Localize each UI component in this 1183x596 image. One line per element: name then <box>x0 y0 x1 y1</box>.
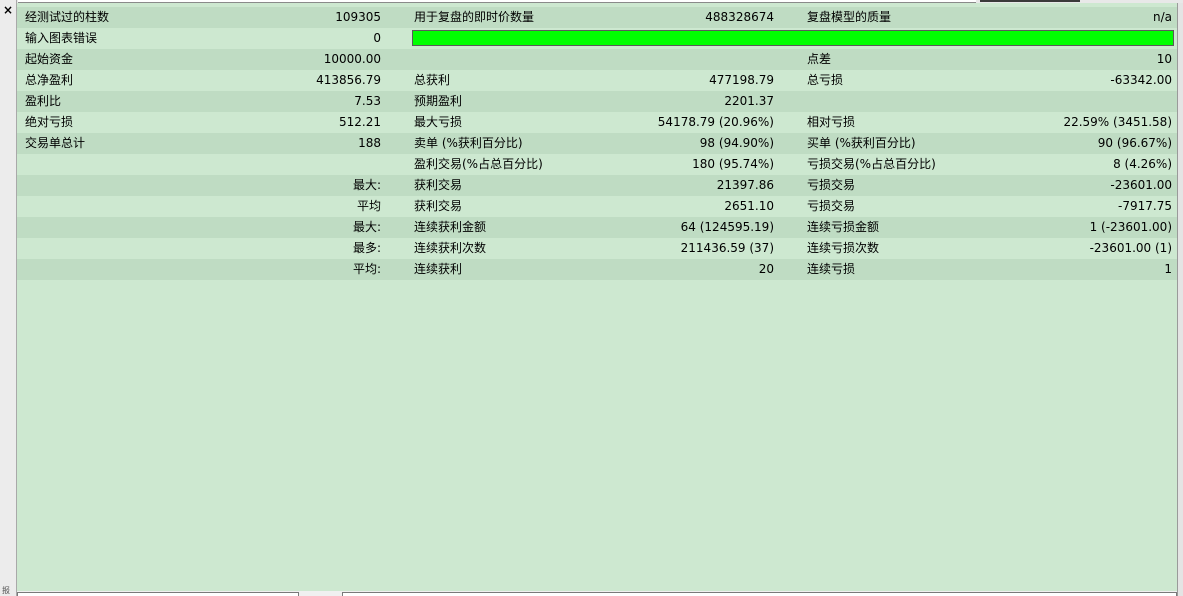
modelling-quality-bar <box>412 30 1174 46</box>
value-gross-loss: -63342.00 <box>1110 73 1172 87</box>
bottom-tab-left[interactable] <box>17 592 299 596</box>
table-row: 绝对亏损 512.21 最大亏损 54178.79 (20.96%) 相对亏损 … <box>17 112 1177 133</box>
label-total-trades: 交易单总计 <box>25 136 86 150</box>
tab-strip-edge-dark <box>980 0 1080 2</box>
value-ticks-modelled: 488328674 <box>705 10 774 24</box>
table-row: 盈利比 7.53 预期盈利 2201.37 <box>17 91 1177 112</box>
panel-right-edge <box>1177 3 1183 596</box>
table-row: 经测试过的柱数 109305 用于复盘的即时价数量 488328674 复盘模型… <box>17 7 1177 28</box>
label-maximal: 最多: <box>352 241 381 255</box>
value-long-positions: 90 (96.67%) <box>1097 136 1172 150</box>
value-absolute-drawdown: 512.21 <box>339 115 381 129</box>
table-row: 输入图表错误 0 <box>17 28 1177 49</box>
value-average-profit-trade: 2651.10 <box>724 199 774 213</box>
value-expected-payoff: 2201.37 <box>724 94 774 108</box>
value-consecutive-profit-count: 211436.59 (37) <box>680 241 774 255</box>
value-bars-tested: 109305 <box>335 10 381 24</box>
value-largest-loss-trade: -23601.00 <box>1110 178 1172 192</box>
table-row: 平均: 连续获利 20 连续亏损 1 <box>17 259 1177 280</box>
value-consecutive-losses-amount: 1 (-23601.00) <box>1089 220 1172 234</box>
value-profit-factor: 7.53 <box>354 94 381 108</box>
label-largest: 最大: <box>352 178 381 192</box>
value-average-loss-trade: -7917.75 <box>1118 199 1172 213</box>
panel-side-bar: × 报 <box>0 0 17 596</box>
side-bar-label: 报 <box>2 586 10 595</box>
value-mismatched-errors: 0 <box>373 31 381 45</box>
value-consecutive-wins-amount: 64 (124595.19) <box>680 220 774 234</box>
value-profit-trades: 180 (95.74%) <box>692 157 774 171</box>
table-row: 平均 获利交易 2651.10 亏损交易 -7917.75 <box>17 196 1177 217</box>
label-absolute-drawdown: 绝对亏损 <box>25 115 74 129</box>
value-spread: 10 <box>1156 52 1172 66</box>
table-row: 交易单总计 188 卖单 (%获利百分比) 98 (94.90%) 买单 (%获… <box>17 133 1177 154</box>
value-total-trades: 188 <box>358 136 381 150</box>
value-average-consecutive-wins: 20 <box>758 262 774 276</box>
close-icon[interactable]: × <box>2 4 14 16</box>
table-row: 起始资金 10000.00 点差 10 <box>17 49 1177 70</box>
value-average-consecutive-losses: 1 <box>1164 262 1172 276</box>
label-profit-factor: 盈利比 <box>25 94 62 108</box>
table-row: 总净盈利 413856.79 总获利 477198.79 总亏损 -63342.… <box>17 70 1177 91</box>
label-maximum: 最大: <box>352 220 381 234</box>
label-mismatched-errors: 输入图表错误 <box>25 31 98 45</box>
label-average-consecutive: 平均: <box>352 262 381 276</box>
table-row: 最大: 连续获利金额 64 (124595.19) 连续亏损金额 1 (-236… <box>17 217 1177 238</box>
value-consecutive-loss-count: -23601.00 (1) <box>1089 241 1172 255</box>
table-row: 最多: 连续获利次数 211436.59 (37) 连续亏损次数 -23601.… <box>17 238 1177 259</box>
label-total-net-profit: 总净盈利 <box>25 73 74 87</box>
value-loss-trades: 8 (4.26%) <box>1113 157 1172 171</box>
report-table: 经测试过的柱数 109305 用于复盘的即时价数量 488328674 复盘模型… <box>17 3 1177 591</box>
value-modelling-quality: n/a <box>1152 10 1172 24</box>
value-gross-profit: 477198.79 <box>709 73 774 87</box>
value-initial-deposit: 10000.00 <box>323 52 381 66</box>
label-bars-tested: 经测试过的柱数 <box>25 10 110 24</box>
label-initial-deposit: 起始资金 <box>25 52 74 66</box>
bottom-tab-bar <box>17 591 1177 596</box>
value-short-positions: 98 (94.90%) <box>699 136 774 150</box>
value-relative-drawdown: 22.59% (3451.58) <box>1063 115 1172 129</box>
label-average: 平均 <box>356 199 381 213</box>
value-maximal-drawdown: 54178.79 (20.96%) <box>657 115 774 129</box>
bottom-tab-right[interactable] <box>342 592 1177 596</box>
value-largest-profit-trade: 21397.86 <box>716 178 774 192</box>
table-row: 盈利交易(%占总百分比) 180 (95.74%) 亏损交易(%占总百分比) 8… <box>17 154 1177 175</box>
table-row: 最大: 获利交易 21397.86 亏损交易 -23601.00 <box>17 175 1177 196</box>
value-total-net-profit: 413856.79 <box>316 73 381 87</box>
